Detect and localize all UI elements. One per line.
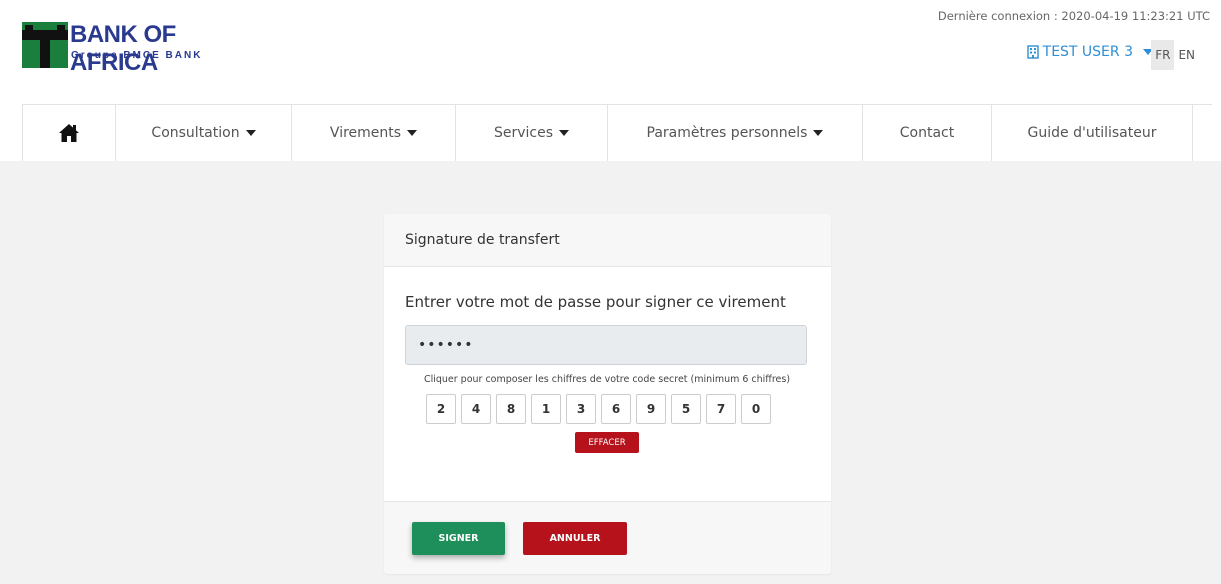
- logo-brand-text: BANK OF AFRICA: [70, 21, 176, 76]
- nav-guide[interactable]: Guide d'utilisateur: [992, 105, 1193, 161]
- keypad-key[interactable]: 2: [426, 394, 456, 424]
- chevron-down-icon: [813, 130, 824, 136]
- nav-consultation[interactable]: Consultation: [116, 105, 292, 161]
- nav-guide-label: Guide d'utilisateur: [1027, 125, 1157, 141]
- keypad-key[interactable]: 4: [461, 394, 491, 424]
- keypad-hint: Cliquer pour composer les chiffres de vo…: [423, 374, 791, 385]
- chevron-down-icon: [407, 130, 418, 136]
- nav-services[interactable]: Services: [456, 105, 608, 161]
- password-field[interactable]: ••••••: [405, 325, 807, 365]
- keypad-key[interactable]: 6: [601, 394, 631, 424]
- nav-parametres-label: Paramètres personnels: [646, 125, 808, 141]
- nav-home[interactable]: [22, 105, 116, 161]
- sign-button[interactable]: SIGNER: [412, 522, 505, 555]
- language-en[interactable]: EN: [1174, 40, 1199, 70]
- header: BANK OF AFRICA Groupe BMCE BANK Dernière…: [0, 0, 1221, 104]
- keypad-key[interactable]: 3: [566, 394, 596, 424]
- card-body: Entrer votre mot de passe pour signer ce…: [384, 267, 831, 501]
- clear-button[interactable]: EFFACER: [575, 432, 639, 453]
- user-menu[interactable]: TEST USER 3: [1026, 44, 1153, 60]
- user-name: TEST USER 3: [1042, 44, 1133, 60]
- bank-logo[interactable]: BANK OF AFRICA Groupe BMCE BANK: [22, 21, 267, 76]
- keypad-key[interactable]: 8: [496, 394, 526, 424]
- nav-parametres[interactable]: Paramètres personnels: [608, 105, 863, 161]
- keypad-key[interactable]: 5: [671, 394, 701, 424]
- bank-emblem-icon: [22, 22, 68, 68]
- keypad-key[interactable]: 9: [636, 394, 666, 424]
- keypad-key[interactable]: 7: [706, 394, 736, 424]
- chevron-down-icon: [245, 130, 256, 136]
- signature-card: Signature de transfert Entrer votre mot …: [384, 214, 831, 574]
- keypad-key[interactable]: 0: [741, 394, 771, 424]
- nav-virements-label: Virements: [329, 125, 402, 141]
- cancel-button[interactable]: ANNULER: [523, 522, 627, 555]
- language-fr[interactable]: FR: [1151, 40, 1175, 70]
- language-switcher: FR EN: [1151, 40, 1199, 70]
- password-prompt: Entrer votre mot de passe pour signer ce…: [405, 293, 786, 311]
- home-icon: [59, 124, 79, 142]
- nav-virements[interactable]: Virements: [292, 105, 456, 161]
- nav-contact[interactable]: Contact: [863, 105, 992, 161]
- nav-services-label: Services: [493, 125, 554, 141]
- building-icon: [1026, 45, 1039, 59]
- main-nav: Consultation Virements Services Paramètr…: [22, 104, 1212, 162]
- card-footer: SIGNER ANNULER: [384, 501, 831, 574]
- keypad-key[interactable]: 1: [531, 394, 561, 424]
- card-title: Signature de transfert: [384, 214, 831, 267]
- last-login-text: Dernière connexion : 2020-04-19 11:23:21…: [937, 9, 1210, 23]
- logo-group-text: Groupe BMCE BANK: [71, 50, 203, 61]
- chevron-down-icon: [559, 130, 570, 136]
- nav-consultation-label: Consultation: [151, 125, 240, 141]
- nav-contact-label: Contact: [899, 125, 955, 141]
- virtual-keypad: 2 4 8 1 3 6 9 5 7 0: [426, 394, 771, 424]
